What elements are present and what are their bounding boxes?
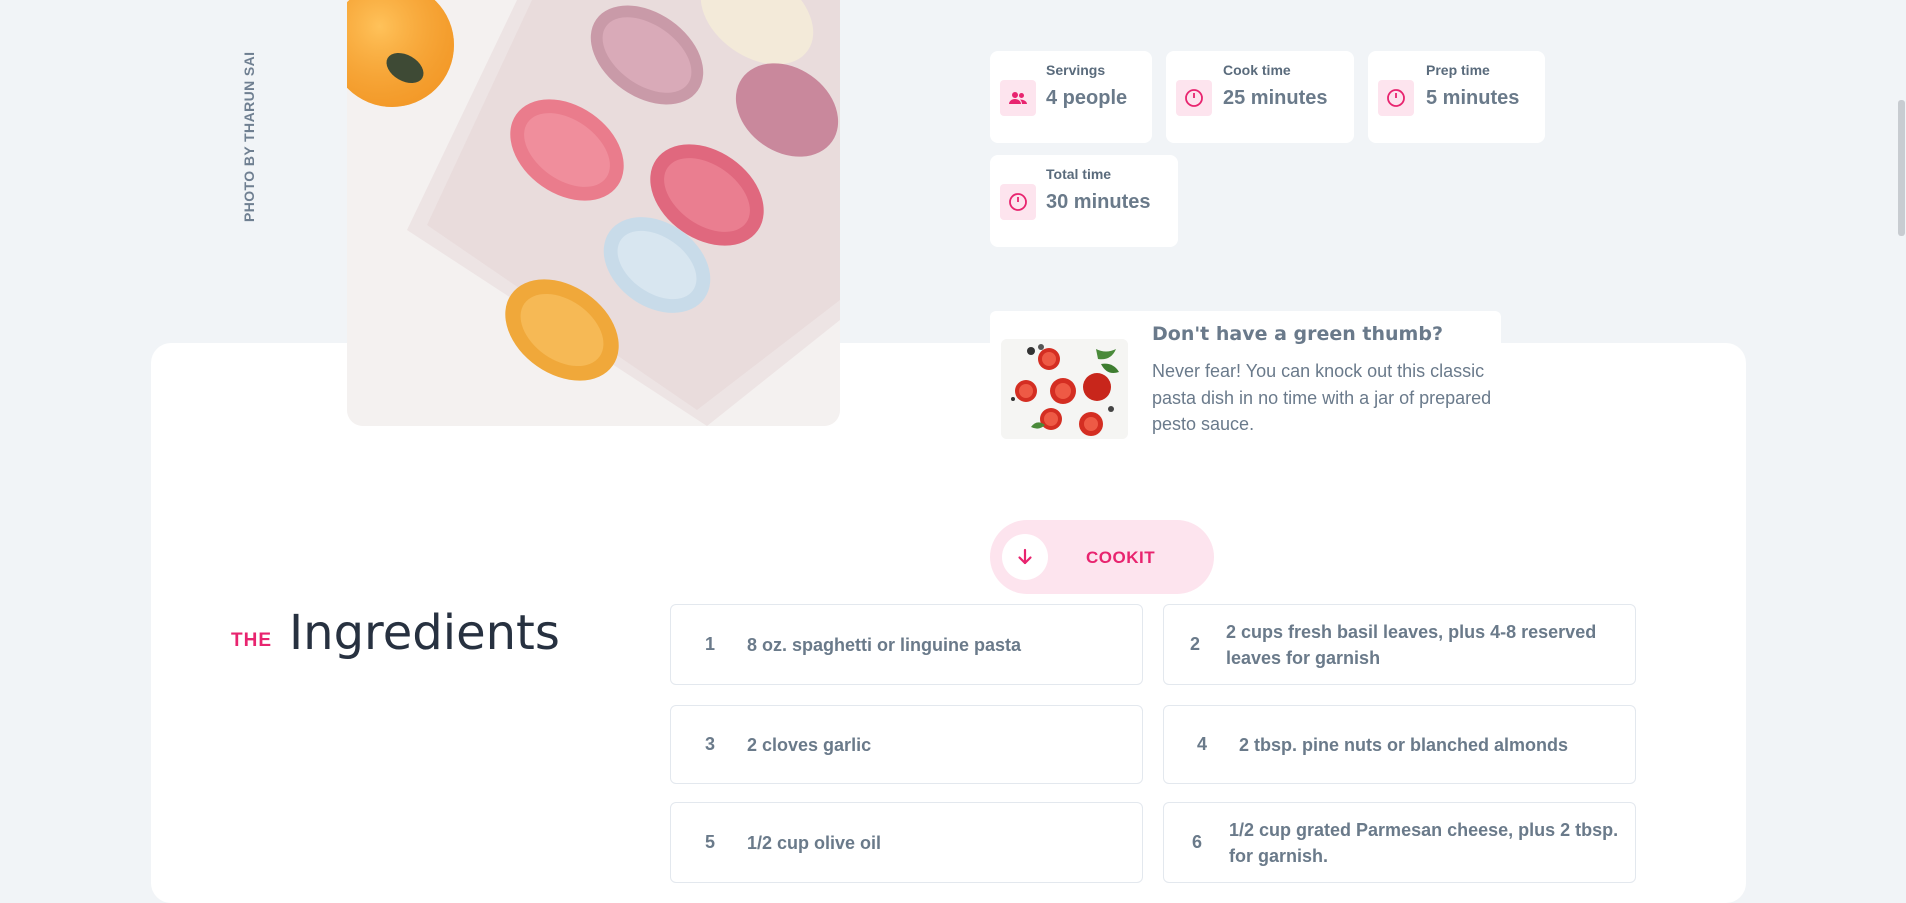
clock-icon [1176,80,1212,116]
stat-servings: Servings 4 people [990,51,1152,143]
stat-total-time-label: Total time [1046,166,1112,182]
stat-prep-time-value: 5 minutes [1426,87,1520,109]
ingredient-number: 3 [705,734,716,754]
ingredient-text: 2 cups fresh basil leaves, plus 4-8 rese… [1226,621,1597,668]
stat-prep-time: Prep time 5 minutes [1368,51,1545,143]
ingredient-item[interactable]: 1 8 oz. spaghetti or linguine pasta [670,604,1143,685]
ingredient-number: 5 [705,832,716,852]
stat-prep-time-label: Prep time [1426,62,1490,78]
stat-servings-value: 4 people [1046,87,1128,109]
recipe-photo [347,0,840,426]
ingredient-text: 1/2 cup grated Parmesan cheese, plus 2 t… [1229,819,1619,866]
stat-total-time: Total time 30 minutes [990,155,1178,247]
ingredient-item[interactable]: 6 1/2 cup grated Parmesan cheese, plus 2… [1163,802,1636,883]
stat-cook-time: Cook time 25 minutes [1166,51,1354,143]
tomato-image [1001,339,1128,439]
cookit-label: COOKIT [1086,548,1156,567]
ingredients-prefix: THE [231,630,272,651]
stat-cook-time-value: 25 minutes [1223,87,1328,109]
tip-card: Don't have a green thumb? Never fear! Yo… [990,311,1501,455]
cookit-button[interactable]: COOKIT [990,520,1214,594]
ingredient-item[interactable]: 5 1/2 cup olive oil [670,802,1143,883]
ingredient-item[interactable]: 2 2 cups fresh basil leaves, plus 4-8 re… [1163,604,1636,685]
ingredient-text: 2 tbsp. pine nuts or blanched almonds [1239,734,1569,755]
stat-servings-label: Servings [1046,62,1106,78]
scrollbar[interactable] [1896,0,1906,878]
ingredients-title: Ingredients [289,605,560,661]
ingredient-text: 1/2 cup olive oil [747,832,882,853]
scrollbar-thumb[interactable] [1898,100,1905,236]
stat-cook-time-label: Cook time [1223,62,1291,78]
people-icon [1000,80,1036,116]
ingredient-text: 2 cloves garlic [747,734,872,755]
tip-title: Don't have a green thumb? [1152,323,1443,345]
clock-icon [1000,184,1036,220]
macaron-illustration [347,0,840,426]
stat-total-time-value: 30 minutes [1046,191,1151,213]
ingredient-number: 4 [1197,734,1208,754]
ingredient-item[interactable]: 3 2 cloves garlic [670,705,1143,784]
clock-icon [1378,80,1414,116]
ingredient-number: 6 [1192,832,1203,852]
arrow-down-icon [1002,534,1048,580]
ingredient-number: 1 [705,634,716,654]
tip-text: Never fear! You can knock out this class… [1152,361,1492,434]
photo-credit: PHOTO BY THARUN SAI [241,51,257,222]
ingredient-number: 2 [1190,634,1201,654]
ingredient-item[interactable]: 4 2 tbsp. pine nuts or blanched almonds [1163,705,1636,784]
ingredient-text: 8 oz. spaghetti or linguine pasta [747,634,1022,655]
